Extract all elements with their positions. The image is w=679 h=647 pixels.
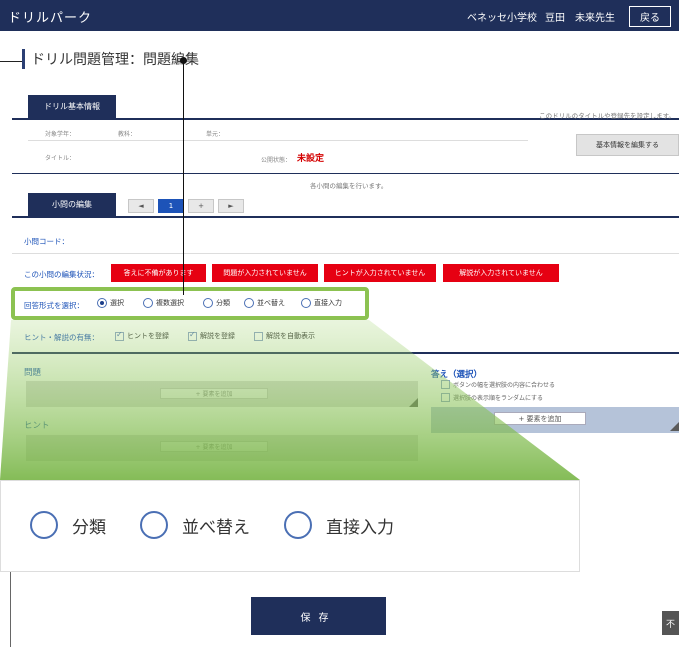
zoom-option-label: 分類 xyxy=(72,517,106,538)
status-tag-answer: 答えに不備があります xyxy=(111,264,206,282)
zoom-option-classify[interactable]: 分類 xyxy=(30,511,106,539)
unit-label: 単元： xyxy=(206,131,225,138)
format-option-label: 並べ替え xyxy=(257,299,285,307)
checkbox-label: 解説を登録 xyxy=(200,332,235,340)
brand-logo: ドリルパーク xyxy=(8,11,93,26)
resize-handle-icon[interactable] xyxy=(409,398,418,407)
hint-label: ヒント xyxy=(24,421,50,431)
pager-next-button[interactable]: ► xyxy=(218,199,244,213)
checkbox-icon[interactable] xyxy=(188,330,197,341)
target-grade-label: 対象学年： xyxy=(45,131,76,138)
checkbox-icon[interactable] xyxy=(441,380,450,389)
hint-register-checkbox[interactable]: ヒントを登録 xyxy=(115,330,169,341)
pager-prev-button[interactable]: ◄ xyxy=(128,199,154,213)
edit-status-label: この小問の編集状況： xyxy=(24,270,99,279)
user-area: ベネッセ小学校 豆田 未来先生 戻る xyxy=(467,6,671,27)
radio-icon[interactable] xyxy=(30,511,58,539)
zoom-option-label: 直接入力 xyxy=(326,517,394,538)
checkbox-icon[interactable] xyxy=(441,393,450,402)
format-option-select[interactable]: 選択 xyxy=(97,298,124,308)
format-option-label: 直接入力 xyxy=(314,299,342,307)
answer-option-random-order[interactable]: 選択肢の表示順をランダムにする xyxy=(441,393,543,402)
checkbox-label: ヒントを登録 xyxy=(127,332,169,340)
status-tag-explanation: 解説が入力されていません xyxy=(443,264,559,282)
callout-line xyxy=(183,60,184,295)
checkbox-label: 選択肢の表示順をランダムにする xyxy=(453,395,544,402)
format-option-direct[interactable]: 直接入力 xyxy=(301,298,342,308)
zoom-options: 分類 並べ替え 直接入力 xyxy=(30,511,428,539)
checkbox-icon[interactable] xyxy=(254,331,263,341)
explanation-register-checkbox[interactable]: 解説を登録 xyxy=(188,330,235,341)
subject-label: 教科： xyxy=(118,131,137,138)
answer-label: 答え（選択） xyxy=(431,370,483,380)
hint-explanation-label: ヒント・解説の有無： xyxy=(24,333,99,342)
format-option-classify[interactable]: 分類 xyxy=(203,298,230,308)
tab-subquestion-edit[interactable]: 小問の編集 xyxy=(28,193,116,216)
radio-icon[interactable] xyxy=(143,298,153,308)
status-label: 公開状態： xyxy=(261,157,292,164)
zoom-option-label: 並べ替え xyxy=(182,517,250,538)
tab-basic-info[interactable]: ドリル基本情報 xyxy=(28,95,116,118)
status-value: 未設定 xyxy=(297,154,325,164)
subquestion-pager: ◄ 1 + ► xyxy=(128,199,244,213)
subquestion-note: 各小問の編集を行います。 xyxy=(310,182,388,190)
status-tag-question: 問題が入力されていません xyxy=(212,264,318,282)
save-button[interactable]: 保存 xyxy=(251,597,386,635)
radio-icon[interactable] xyxy=(203,298,213,308)
title-accent-bar xyxy=(22,49,25,69)
top-bar: ドリルパーク ベネッセ小学校 豆田 未来先生 戻る xyxy=(0,0,679,31)
answer-format-label: 回答形式を選択： xyxy=(24,301,84,310)
explanation-autoshow-checkbox[interactable]: 解説を自動表示 xyxy=(254,331,315,341)
radio-icon[interactable] xyxy=(97,298,107,308)
zoom-option-sort[interactable]: 並べ替え xyxy=(140,511,250,539)
checkbox-label: ボタンの幅を選択肢の内容に合わせる xyxy=(453,382,556,389)
checkbox-label: 解説を自動表示 xyxy=(266,332,315,340)
page-title-area: ドリル問題管理：問題編集 xyxy=(22,48,199,70)
corner-button[interactable]: 不 xyxy=(662,611,679,635)
radio-icon[interactable] xyxy=(244,298,254,308)
format-option-label: 選択 xyxy=(110,299,124,307)
checkbox-icon[interactable] xyxy=(115,330,124,341)
radio-icon[interactable] xyxy=(140,511,168,539)
format-option-multi[interactable]: 複数選択 xyxy=(143,298,184,308)
format-option-label: 分類 xyxy=(216,299,230,307)
page-title: ドリル問題管理：問題編集 xyxy=(31,52,199,68)
status-tag-hint: ヒントが入力されていません xyxy=(324,264,436,282)
section-divider xyxy=(12,352,679,354)
section-divider xyxy=(12,173,679,174)
school-name: ベネッセ小学校 xyxy=(467,13,537,24)
question-label: 問題 xyxy=(24,368,42,378)
hint-add-element-button[interactable]: + 要素を追加 xyxy=(160,441,268,452)
divider xyxy=(10,572,11,647)
format-option-sort[interactable]: 並べ替え xyxy=(244,298,285,308)
pager-add-button[interactable]: + xyxy=(188,199,214,213)
answer-add-element-button[interactable]: + 要素を追加 xyxy=(494,412,586,425)
question-add-element-button[interactable]: + 要素を追加 xyxy=(160,388,268,399)
radio-icon[interactable] xyxy=(301,298,311,308)
basic-info-note: このドリルのタイトルや登録先を設定します。 xyxy=(539,112,675,120)
answer-option-fit-width[interactable]: ボタンの幅を選択肢の内容に合わせる xyxy=(441,380,555,389)
zoom-option-direct[interactable]: 直接入力 xyxy=(284,511,394,539)
subquestion-code-label: 小問コード： xyxy=(24,237,69,246)
back-button[interactable]: 戻る xyxy=(629,6,671,27)
resize-handle-icon[interactable] xyxy=(670,422,679,431)
section-divider xyxy=(12,216,679,218)
radio-icon[interactable] xyxy=(284,511,312,539)
format-option-label: 複数選択 xyxy=(156,299,184,307)
pager-page-1[interactable]: 1 xyxy=(158,199,184,213)
row-divider xyxy=(28,140,528,141)
edit-basic-info-button[interactable]: 基本情報を編集する xyxy=(576,134,679,156)
callout-line xyxy=(0,61,22,62)
title-label: タイトル： xyxy=(45,155,76,162)
teacher-name: 豆田 未来先生 xyxy=(545,13,615,24)
row-divider xyxy=(12,253,679,254)
